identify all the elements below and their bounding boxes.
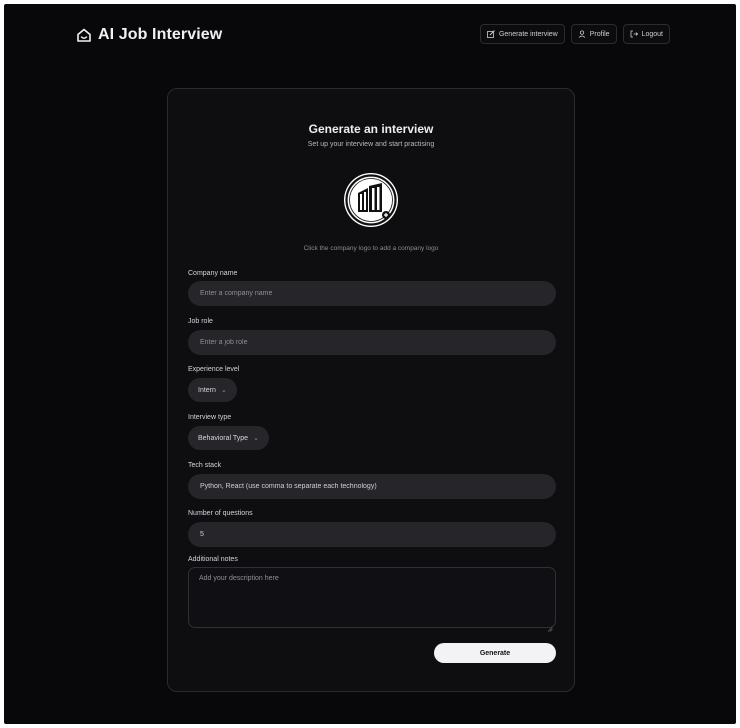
company-name-label: Company name	[188, 270, 238, 277]
number-of-questions-label: Number of questions	[188, 510, 253, 517]
app-screen: AI Job Interview Generate interview Prof…	[4, 4, 736, 724]
nav-label: Logout	[641, 30, 663, 38]
logo-upload-hint: Click the company logo to add a company …	[303, 245, 439, 252]
number-of-questions-input[interactable]	[188, 522, 556, 547]
card-subtitle: Set up your interview and start practisi…	[307, 141, 435, 148]
chevron-down-icon: ⌄	[220, 387, 227, 394]
resize-handle-icon[interactable]	[547, 619, 553, 632]
edit-icon	[487, 30, 495, 38]
job-role-label: Job role	[188, 318, 213, 325]
app-title: AI Job Interview	[98, 26, 223, 43]
experience-level-select[interactable]: Intern ⌄	[188, 378, 237, 402]
tech-stack-input[interactable]	[188, 474, 556, 499]
company-logo-upload[interactable]	[342, 171, 400, 229]
chevron-down-icon: ⌄	[253, 435, 259, 442]
additional-notes-textarea[interactable]	[188, 567, 556, 628]
home-icon	[76, 27, 92, 43]
company-building-icon	[344, 173, 398, 227]
job-role-input[interactable]	[188, 330, 556, 355]
tech-stack-label: Tech stack	[188, 462, 222, 469]
experience-level-value: Intern	[198, 386, 216, 394]
nav-label: Profile	[589, 30, 610, 38]
interview-type-value: Behavioral Type	[198, 434, 249, 442]
company-name-input[interactable]	[188, 281, 556, 306]
experience-level-label: Experience level	[188, 366, 240, 373]
logout-nav-button[interactable]: Logout	[622, 24, 670, 44]
generate-interview-card: Generate an interview Set up your interv…	[167, 88, 575, 692]
top-nav: Generate interview Profile Logout	[479, 24, 670, 44]
card-title: Generate an interview	[308, 122, 434, 136]
interview-type-label: Interview type	[188, 414, 232, 421]
brand[interactable]: AI Job Interview	[76, 26, 222, 44]
generate-interview-nav-button[interactable]: Generate interview	[479, 24, 565, 44]
profile-nav-button[interactable]: Profile	[570, 24, 617, 44]
generate-button[interactable]: Generate	[434, 643, 556, 663]
user-icon	[578, 30, 586, 38]
logout-icon	[630, 30, 638, 38]
nav-label: Generate interview	[498, 30, 558, 38]
interview-type-select[interactable]: Behavioral Type ⌄	[188, 426, 269, 450]
additional-notes-label: Additional notes	[188, 556, 238, 563]
